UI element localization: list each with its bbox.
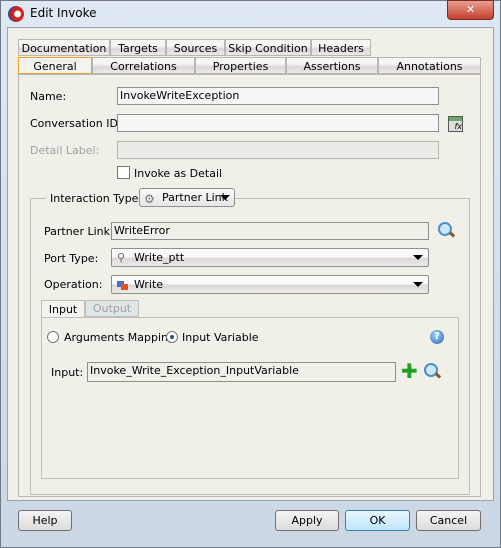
app-icon: [8, 6, 24, 22]
partner-link-label: Partner Link:: [44, 225, 114, 238]
close-button[interactable]: ✕: [447, 0, 494, 20]
operation-value: Write: [134, 278, 164, 291]
ok-button[interactable]: OK: [345, 510, 410, 531]
detail-label-label: Detail Label:: [30, 144, 100, 157]
interaction-type-dropdown[interactable]: ⚙ Partner Link: [139, 188, 235, 207]
chevron-down-icon: [220, 195, 230, 200]
input-variable-radio[interactable]: [166, 331, 178, 343]
invoke-as-detail-checkbox[interactable]: [117, 166, 130, 179]
arguments-mapping-label: Arguments Mapping: [64, 331, 176, 344]
cancel-button[interactable]: Cancel: [416, 510, 481, 531]
tab-annotations[interactable]: Annotations: [378, 57, 481, 74]
tab-properties[interactable]: Properties: [195, 57, 286, 74]
input-variable-input[interactable]: Invoke_Write_Exception_InputVariable: [87, 362, 396, 382]
tab-input[interactable]: Input: [41, 300, 85, 318]
tab-correlations[interactable]: Correlations: [92, 57, 195, 74]
help-icon[interactable]: ?: [430, 330, 444, 344]
chevron-down-icon: [413, 255, 423, 260]
port-icon: ⚲: [117, 251, 126, 264]
tab-skip-condition[interactable]: Skip Condition: [225, 39, 311, 56]
operation-icon-front: [121, 284, 128, 290]
gear-icon: ⚙: [144, 192, 155, 206]
interaction-type-label: Interaction Type:: [46, 192, 147, 205]
input-label: Input:: [51, 366, 84, 379]
port-type-dropdown[interactable]: ⚲ Write_ptt: [111, 248, 429, 267]
help-button[interactable]: Help: [18, 510, 72, 531]
add-icon[interactable]: ✚: [401, 361, 418, 381]
input-variable-label: Input Variable: [182, 331, 259, 344]
tab-sources[interactable]: Sources: [166, 39, 225, 56]
partner-link-input[interactable]: WriteError: [111, 222, 429, 240]
operation-dropdown[interactable]: Write: [111, 275, 429, 294]
apply-button[interactable]: Apply: [275, 510, 339, 531]
chevron-down-icon: [413, 282, 423, 287]
arguments-mapping-radio[interactable]: [47, 331, 59, 343]
tab-headers[interactable]: Headers: [311, 39, 371, 56]
expression-builder-icon[interactable]: fx: [448, 116, 463, 132]
detail-label-input: [117, 141, 439, 159]
port-type-label: Port Type:: [44, 252, 99, 265]
tab-documentation[interactable]: Documentation: [18, 39, 110, 56]
tab-general[interactable]: General: [18, 57, 92, 74]
tab-assertions[interactable]: Assertions: [286, 57, 378, 74]
conversation-id-label: Conversation ID:: [30, 117, 122, 130]
window-title: Edit Invoke: [30, 6, 97, 20]
name-input[interactable]: InvokeWriteException: [117, 87, 439, 105]
tab-output[interactable]: Output: [85, 300, 139, 317]
operation-label: Operation:: [44, 278, 103, 291]
conversation-id-input[interactable]: [117, 114, 439, 132]
name-label: Name:: [30, 90, 67, 103]
tab-targets[interactable]: Targets: [110, 39, 166, 56]
radio-selected-dot: [170, 335, 174, 339]
interaction-type-value: Partner Link: [162, 191, 228, 204]
invoke-as-detail-label: Invoke as Detail: [134, 167, 223, 180]
port-type-value: Write_ptt: [134, 251, 185, 264]
